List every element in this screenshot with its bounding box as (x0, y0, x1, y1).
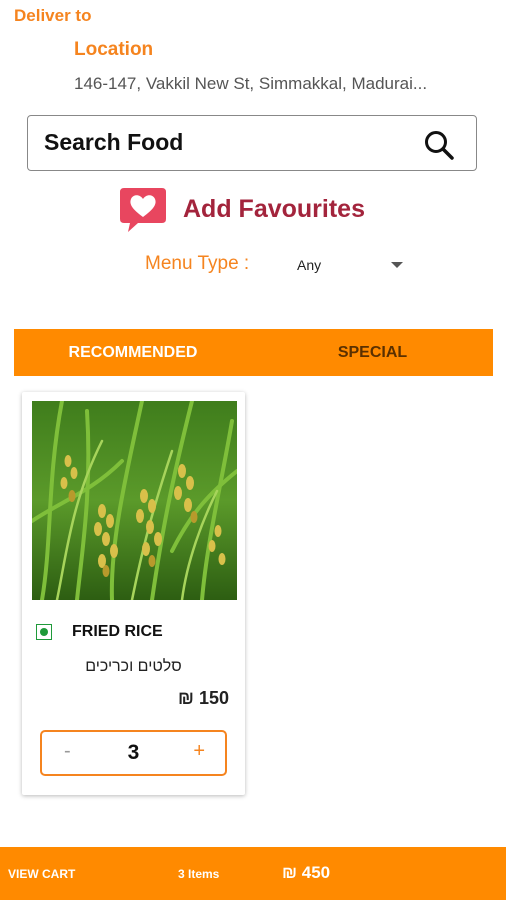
increase-quantity-button[interactable]: + (193, 740, 205, 763)
tab-recommended[interactable]: RECOMMENDED (14, 329, 252, 376)
heart-chat-icon[interactable] (118, 186, 168, 234)
cart-items-count: 3 Items (178, 867, 220, 881)
view-cart-button[interactable]: VIEW CART (8, 867, 75, 881)
tab-special[interactable]: SPECIAL (252, 329, 493, 376)
dish-price: ₪ 150 (178, 688, 229, 708)
veg-indicator-icon (36, 624, 52, 640)
search-placeholder: Search Food (44, 129, 184, 155)
search-icon[interactable] (422, 128, 456, 162)
add-favourites-button[interactable]: Add Favourites (183, 195, 365, 224)
dish-description: סלטים וכריכים (85, 658, 182, 675)
search-food-input[interactable]: Search Food (27, 115, 477, 171)
cart-total: ₪ 450 (282, 863, 331, 882)
delivery-address[interactable]: 146-147, Vakkil New St, Simmakkal, Madur… (74, 74, 427, 94)
product-image (32, 401, 237, 600)
veg-dot (40, 628, 48, 636)
dish-name: FRIED RICE (72, 623, 163, 640)
deliver-to-label: Deliver to (14, 6, 92, 25)
product-card[interactable]: FRIED RICE סלטים וכריכים ₪ 150 - 3 + (22, 392, 245, 795)
location-title[interactable]: Location (74, 39, 153, 61)
menu-type-select[interactable]: Any (297, 257, 321, 273)
menu-tabs: RECOMMENDED SPECIAL (14, 329, 493, 376)
cart-bar[interactable]: VIEW CART 3 Items ₪ 450 (0, 847, 506, 900)
menu-type-label: Menu Type : (145, 253, 250, 274)
quantity-stepper: - 3 + (40, 730, 227, 776)
chevron-down-icon[interactable] (391, 262, 403, 268)
